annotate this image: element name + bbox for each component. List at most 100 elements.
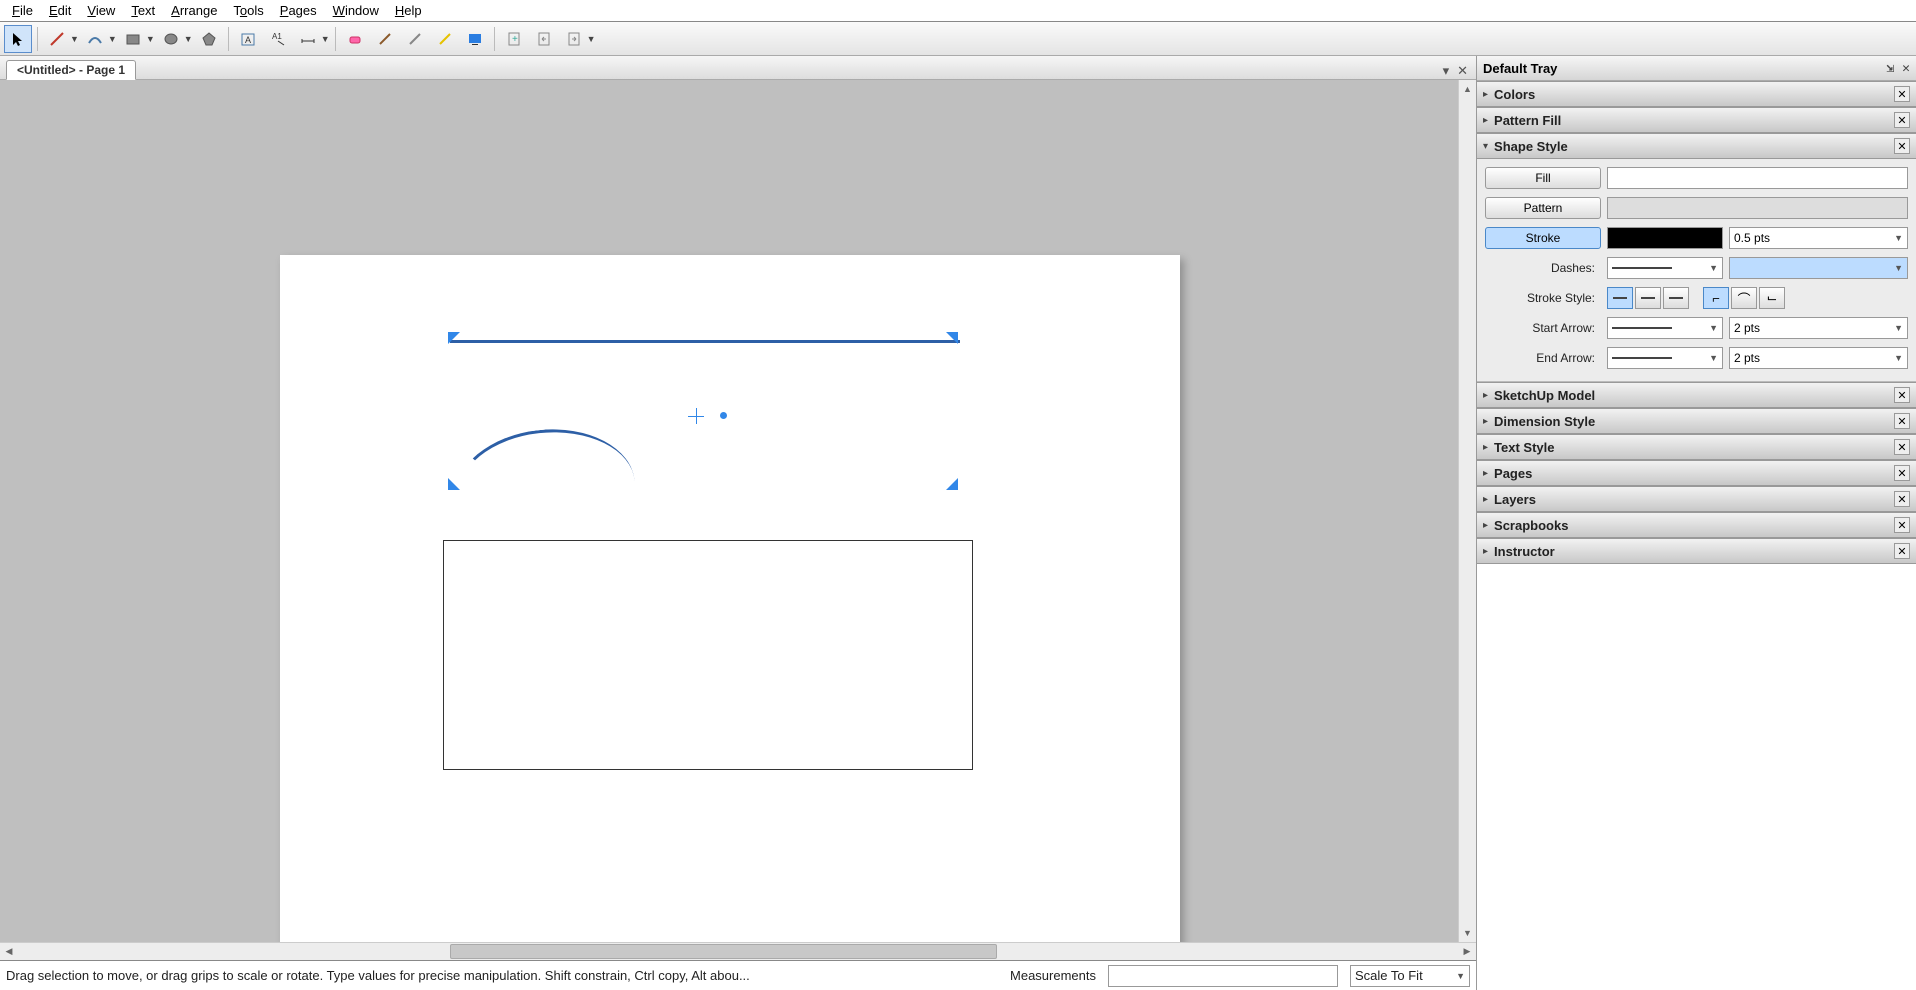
select-tool[interactable]	[4, 25, 32, 53]
panel-colors-close[interactable]: ✕	[1894, 86, 1910, 102]
dash-scale-select[interactable]: ▼	[1729, 257, 1908, 279]
panel-dimension-style[interactable]: ▸ Dimension Style ✕	[1477, 408, 1916, 434]
menubar: File Edit View Text Arrange Tools Pages …	[0, 0, 1916, 22]
menu-tools[interactable]: Tools	[225, 1, 271, 20]
selection-center-icon[interactable]	[688, 408, 718, 428]
panel-text-style[interactable]: ▸ Text Style ✕	[1477, 434, 1916, 460]
dimension-tool-dropdown[interactable]: ▼	[321, 34, 330, 44]
dimension-tool[interactable]	[294, 25, 322, 53]
selected-line-shape[interactable]	[450, 340, 960, 343]
tab-close[interactable]: ✕	[1457, 63, 1468, 79]
menu-edit[interactable]: Edit	[41, 1, 79, 20]
panel-shape-style[interactable]: ▾ Shape Style ✕	[1477, 133, 1916, 159]
pattern-swatch[interactable]	[1607, 197, 1908, 219]
vertical-scrollbar[interactable]: ▲ ▼	[1458, 80, 1476, 942]
tray-pin-icon[interactable]: ⇲	[1886, 61, 1894, 76]
panel-instructor-close[interactable]: ✕	[1894, 543, 1910, 559]
rectangle-tool-dropdown[interactable]: ▼	[146, 34, 155, 44]
panel-colors[interactable]: ▸ Colors ✕	[1477, 81, 1916, 107]
panel-pattern-fill-close[interactable]: ✕	[1894, 112, 1910, 128]
menu-window[interactable]: Window	[325, 1, 387, 20]
stroke-button[interactable]: Stroke	[1485, 227, 1601, 249]
panel-sketchup-close[interactable]: ✕	[1894, 387, 1910, 403]
menu-file[interactable]: File	[4, 1, 41, 20]
caret-down-icon: ▾	[1483, 141, 1488, 152]
caret-right-icon: ▸	[1483, 89, 1488, 100]
start-arrow-select[interactable]: ▼	[1607, 317, 1723, 339]
circle-tool[interactable]	[157, 25, 185, 53]
add-page-tool[interactable]: +	[500, 25, 528, 53]
join-round-button[interactable]: ⌒	[1731, 287, 1757, 309]
style-tool[interactable]	[371, 25, 399, 53]
scroll-left-icon[interactable]: ◀	[0, 943, 18, 960]
start-arrow-size-select[interactable]: 2 pts ▼	[1729, 317, 1908, 339]
join-miter-button[interactable]: ⌐	[1703, 287, 1729, 309]
selection-rotation-grip[interactable]	[720, 412, 727, 419]
caret-right-icon: ▸	[1483, 416, 1488, 427]
line-tool[interactable]	[43, 25, 71, 53]
end-arrow-size-select[interactable]: 2 pts ▼	[1729, 347, 1908, 369]
line-tool-dropdown[interactable]: ▼	[70, 34, 79, 44]
menu-pages[interactable]: Pages	[272, 1, 325, 20]
join-bevel-button[interactable]: ⌙	[1759, 287, 1785, 309]
scroll-up-icon[interactable]: ▲	[1459, 80, 1476, 98]
menu-view[interactable]: View	[79, 1, 123, 20]
prev-page-tool[interactable]	[530, 25, 558, 53]
text-tool[interactable]: A	[234, 25, 262, 53]
arc-tool-dropdown[interactable]: ▼	[108, 34, 117, 44]
tray-close-icon[interactable]: ✕	[1902, 61, 1910, 76]
arc-tool[interactable]	[81, 25, 109, 53]
label-tool[interactable]: A1	[264, 25, 292, 53]
panel-pattern-fill[interactable]: ▸ Pattern Fill ✕	[1477, 107, 1916, 133]
panel-dimension-close[interactable]: ✕	[1894, 413, 1910, 429]
fill-swatch[interactable]	[1607, 167, 1908, 189]
menu-arrange[interactable]: Arrange	[163, 1, 225, 20]
present-tool[interactable]	[461, 25, 489, 53]
panel-shape-style-close[interactable]: ✕	[1894, 138, 1910, 154]
tab-menu-dropdown[interactable]: ▾	[1443, 63, 1450, 79]
selection-grip-tr[interactable]	[946, 332, 958, 344]
rectangle-shape[interactable]	[443, 540, 973, 770]
canvas-area[interactable]: ▲ ▼	[0, 80, 1476, 942]
document-tab[interactable]: <Untitled> - Page 1	[6, 60, 136, 80]
polygon-tool[interactable]	[195, 25, 223, 53]
eraser-tool[interactable]	[341, 25, 369, 53]
next-page-tool[interactable]	[560, 25, 588, 53]
panel-instructor[interactable]: ▸ Instructor ✕	[1477, 538, 1916, 564]
dashes-select[interactable]: ▼	[1607, 257, 1723, 279]
stroke-width-select[interactable]: 0.5 pts ▼	[1729, 227, 1908, 249]
horizontal-scrollbar[interactable]: ◀ ▶	[0, 942, 1476, 960]
scroll-right-icon[interactable]: ▶	[1458, 943, 1476, 960]
arrow-preview-icon	[1612, 327, 1672, 329]
selection-grip-tl[interactable]	[448, 332, 460, 344]
join-tool[interactable]	[431, 25, 459, 53]
menu-text[interactable]: Text	[123, 1, 163, 20]
panel-sketchup-model[interactable]: ▸ SketchUp Model ✕	[1477, 382, 1916, 408]
rectangle-tool[interactable]	[119, 25, 147, 53]
fill-button[interactable]: Fill	[1485, 167, 1601, 189]
panel-text-style-close[interactable]: ✕	[1894, 439, 1910, 455]
panel-scrapbooks-close[interactable]: ✕	[1894, 517, 1910, 533]
pattern-button[interactable]: Pattern	[1485, 197, 1601, 219]
scroll-down-icon[interactable]: ▼	[1459, 924, 1476, 942]
zoom-select[interactable]: Scale To Fit ▼	[1350, 965, 1470, 987]
selection-grip-br[interactable]	[946, 478, 958, 490]
start-arrow-label: Start Arrow:	[1485, 321, 1601, 335]
panel-layers[interactable]: ▸ Layers ✕	[1477, 486, 1916, 512]
end-arrow-select[interactable]: ▼	[1607, 347, 1723, 369]
panel-scrapbooks[interactable]: ▸ Scrapbooks ✕	[1477, 512, 1916, 538]
chevron-down-icon: ▼	[1894, 263, 1903, 273]
toolbar-overflow[interactable]: ▼	[587, 34, 596, 44]
cap-round-button[interactable]	[1635, 287, 1661, 309]
cap-flat-button[interactable]	[1607, 287, 1633, 309]
panel-pages[interactable]: ▸ Pages ✕	[1477, 460, 1916, 486]
circle-tool-dropdown[interactable]: ▼	[184, 34, 193, 44]
menu-help[interactable]: Help	[387, 1, 430, 20]
measurements-input[interactable]	[1108, 965, 1338, 987]
cap-square-button[interactable]	[1663, 287, 1689, 309]
split-tool[interactable]	[401, 25, 429, 53]
stroke-color-swatch[interactable]	[1607, 227, 1723, 249]
panel-pages-close[interactable]: ✕	[1894, 465, 1910, 481]
panel-layers-close[interactable]: ✕	[1894, 491, 1910, 507]
h-scroll-thumb[interactable]	[450, 944, 997, 959]
